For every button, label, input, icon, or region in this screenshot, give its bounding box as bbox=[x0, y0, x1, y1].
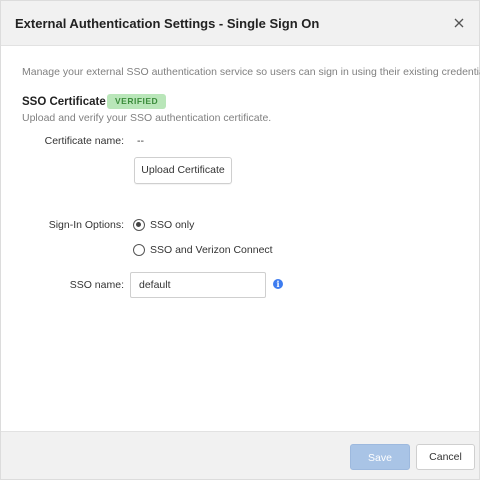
dialog-footer: Save Cancel bbox=[1, 431, 479, 479]
cancel-button[interactable]: Cancel bbox=[416, 444, 475, 470]
radio-label-sso-and-verizon-connect: SSO and Verizon Connect bbox=[150, 244, 273, 256]
info-icon[interactable]: i bbox=[273, 279, 283, 289]
verified-status-badge: VERIFIED bbox=[107, 94, 167, 109]
certificate-name-label: Certificate name: bbox=[44, 135, 124, 147]
sso-name-label: SSO name: bbox=[69, 279, 124, 291]
close-icon bbox=[454, 18, 464, 28]
radio-label-sso-only: SSO only bbox=[150, 219, 195, 231]
sso-name-input[interactable] bbox=[130, 272, 266, 298]
dialog-title: External Authentication Settings - Singl… bbox=[15, 16, 320, 31]
radio-button-unchecked[interactable] bbox=[133, 244, 145, 256]
radio-button-checked[interactable] bbox=[133, 219, 145, 231]
close-button[interactable] bbox=[450, 14, 468, 32]
dialog-description: Manage your external SSO authentication … bbox=[22, 66, 480, 78]
upload-certificate-button[interactable]: Upload Certificate bbox=[134, 157, 232, 184]
radio-sso-only[interactable]: SSO only bbox=[133, 218, 194, 232]
save-button[interactable]: Save bbox=[350, 444, 410, 470]
radio-sso-and-verizon-connect[interactable]: SSO and Verizon Connect bbox=[133, 243, 273, 257]
certificate-name-value: -- bbox=[137, 135, 144, 147]
sign-in-options-label: Sign-In Options: bbox=[48, 219, 124, 231]
dialog-header: External Authentication Settings - Singl… bbox=[1, 1, 479, 46]
certificate-section-title: SSO Certificate bbox=[22, 96, 106, 108]
sso-settings-dialog: External Authentication Settings - Singl… bbox=[0, 0, 480, 480]
certificate-section-subtitle: Upload and verify your SSO authenticatio… bbox=[22, 112, 272, 124]
